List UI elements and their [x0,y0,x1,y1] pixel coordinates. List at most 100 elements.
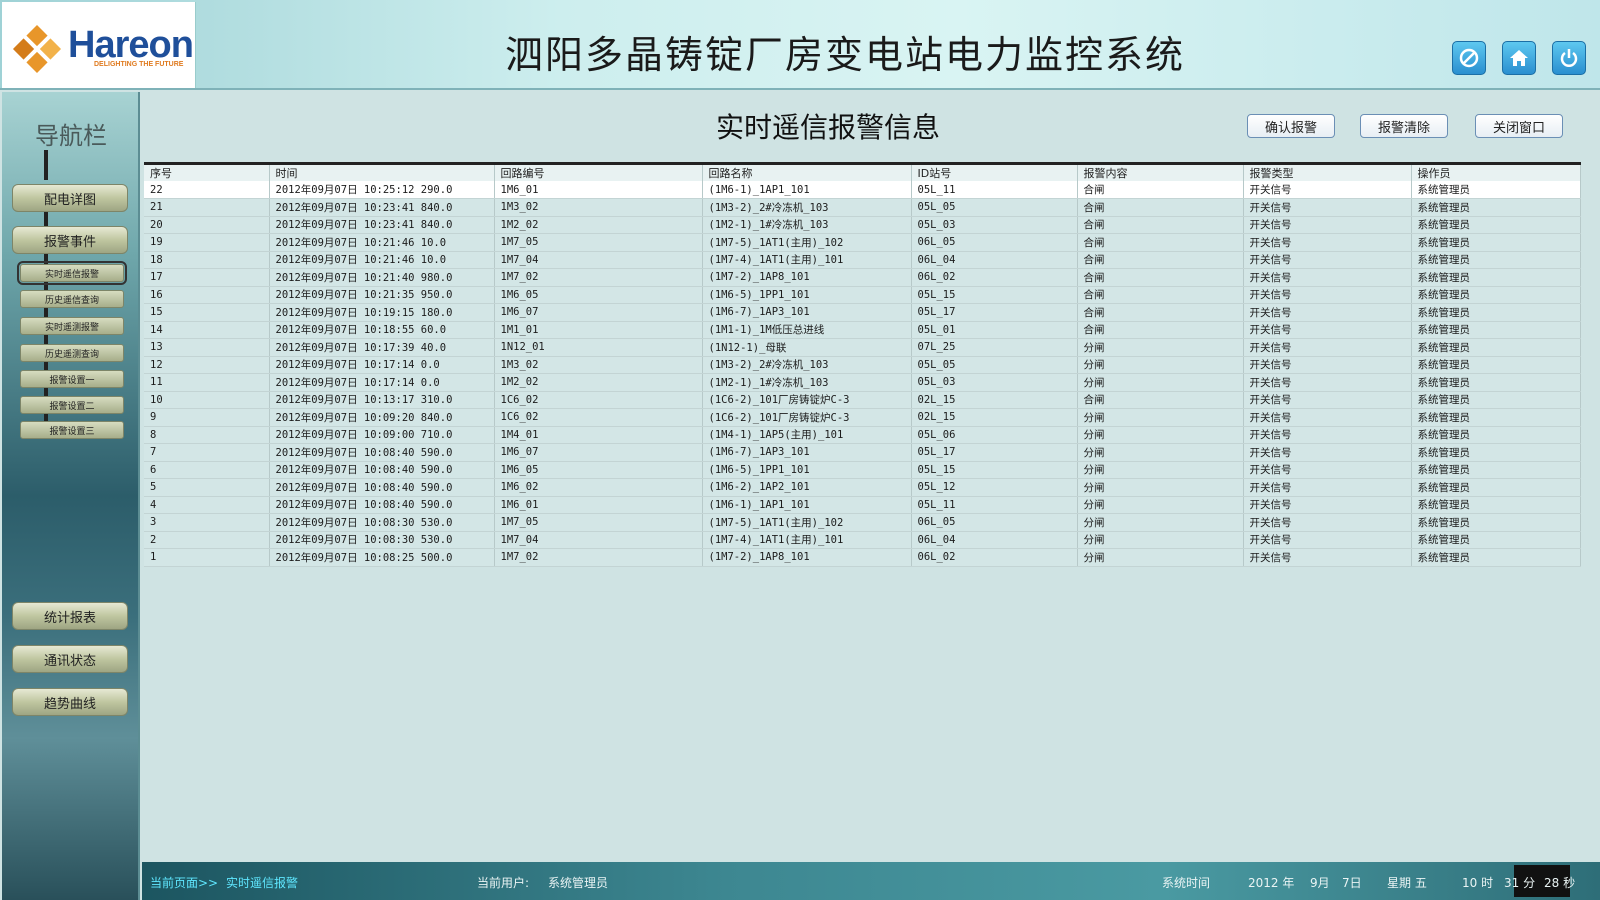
cell-index: 11 [144,373,270,392]
logo-tagline: DELIGHTING THE FUTURE [94,61,184,68]
nav-item-trend-curve[interactable]: 趋势曲线 [12,688,128,716]
table-row[interactable]: 5 2012年09月07日 10:08:40 590.0 1M6_02 (1M6-2)… [144,478,1581,497]
home-button[interactable] [1502,41,1536,75]
clear-alarm-button[interactable]: 报警清除 [1360,114,1448,138]
cell-time: 2012年09月07日 10:08:30 530.0 [269,531,495,549]
cell-circuit-code: 1M1_01 [494,321,703,339]
nav-item-alarm-events[interactable]: 报警事件 [12,226,128,254]
cell-circuit-name: (1M6-1)_1AP1_101 [702,496,912,514]
nav-item-distribution-detail[interactable]: 配电详图 [12,184,128,212]
table-row[interactable]: 20 2012年09月07日 10:23:41 840.0 1M2_02 (1M2-1… [144,216,1581,234]
cell-alarm-content: 合闸 [1077,321,1244,339]
cell-operator: 系统管理员 [1411,548,1581,567]
time-day: 7日 [1342,876,1362,890]
table-row[interactable]: 4 2012年09月07日 10:08:40 590.0 1M6_01 (1M6-1)… [144,496,1581,514]
table-row[interactable]: 2 2012年09月07日 10:08:30 530.0 1M7_04 (1M7-4)… [144,531,1581,549]
column-header-time[interactable]: 时间 [269,162,495,181]
cell-operator: 系统管理员 [1411,478,1581,497]
cell-circuit-code: 1C6_02 [494,408,703,427]
forbidden-button[interactable] [1452,41,1486,75]
time-hour: 10 时 [1462,876,1494,890]
cell-circuit-code: 1M6_01 [494,181,703,199]
cell-operator: 系统管理员 [1411,303,1581,322]
main-panel: 实时遥信报警信息 确认报警 报警清除 关闭窗口 序号 时间 回路编号 回路名称 … [142,92,1600,862]
nav-sub-realtime-signal-alarm[interactable]: 实时遥信报警 [17,261,127,285]
cell-alarm-type: 开关信号 [1243,216,1412,234]
table-row[interactable]: 8 2012年09月07日 10:09:00 710.0 1M4_01 (1M4-1)… [144,426,1581,444]
close-window-button[interactable]: 关闭窗口 [1475,114,1563,138]
cell-alarm-type: 开关信号 [1243,268,1412,287]
table-row[interactable]: 16 2012年09月07日 10:21:35 950.0 1M6_05 (1M6-5… [144,286,1581,304]
cell-station-id: 05L_15 [911,461,1078,479]
table-row[interactable]: 15 2012年09月07日 10:19:15 180.0 1M6_07 (1M6-7… [144,303,1581,322]
cell-index: 17 [144,268,270,287]
nav-sub-alarm-setting-2[interactable]: 报警设置二 [20,396,124,414]
column-header-index[interactable]: 序号 [144,162,270,181]
nav-sub-alarm-setting-1[interactable]: 报警设置一 [20,370,124,388]
power-button[interactable] [1552,41,1586,75]
cell-time: 2012年09月07日 10:08:40 590.0 [269,443,495,462]
cell-circuit-name: (1M7-4)_1AT1(主用)_101 [702,251,912,269]
cell-operator: 系统管理员 [1411,268,1581,287]
cell-index: 21 [144,198,270,217]
nav-sub-alarm-setting-3[interactable]: 报警设置三 [20,421,124,439]
nav-item-comm-status[interactable]: 通讯状态 [12,645,128,673]
table-row[interactable]: 3 2012年09月07日 10:08:30 530.0 1M7_05 (1M7-5)… [144,513,1581,532]
table-row[interactable]: 12 2012年09月07日 10:17:14 0.0 1M3_02 (1M3-2)_… [144,356,1581,374]
cell-alarm-content: 分闸 [1077,531,1244,549]
table-row[interactable]: 10 2012年09月07日 10:13:17 310.0 1C6_02 (1C6-2… [144,391,1581,409]
cell-alarm-type: 开关信号 [1243,356,1412,374]
alarm-table: 序号 时间 回路编号 回路名称 ID站号 报警内容 报警类型 操作员 22 201… [144,162,1581,567]
current-page-label: 当前页面>> [150,876,219,890]
cell-circuit-name: (1M4-1)_1AP5(主用)_101 [702,426,912,444]
cell-alarm-content: 分闸 [1077,496,1244,514]
cell-station-id: 05L_05 [911,198,1078,217]
table-row[interactable]: 7 2012年09月07日 10:08:40 590.0 1M6_07 (1M6-7)… [144,443,1581,462]
column-header-circuit-code[interactable]: 回路编号 [494,162,703,181]
cell-alarm-type: 开关信号 [1243,373,1412,392]
table-row[interactable]: 13 2012年09月07日 10:17:39 40.0 1N12_01 (1N12-… [144,338,1581,357]
cell-circuit-code: 1M4_01 [494,426,703,444]
cell-circuit-name: (1M2-1)_1#冷冻机_103 [702,216,912,234]
company-logo: Hareon DELIGHTING THE FUTURE [2,2,196,88]
column-header-circuit-name[interactable]: 回路名称 [702,162,912,181]
cell-index: 20 [144,216,270,234]
cell-operator: 系统管理员 [1411,181,1581,199]
cell-operator: 系统管理员 [1411,426,1581,444]
table-row[interactable]: 18 2012年09月07日 10:21:46 10.0 1M7_04 (1M7-4)… [144,251,1581,269]
cell-operator: 系统管理员 [1411,443,1581,462]
table-row[interactable]: 14 2012年09月07日 10:18:55 60.0 1M1_01 (1M1-1)… [144,321,1581,339]
table-row[interactable]: 6 2012年09月07日 10:08:40 590.0 1M6_05 (1M6-5)… [144,461,1581,479]
table-row[interactable]: 11 2012年09月07日 10:17:14 0.0 1M2_02 (1M2-1)_… [144,373,1581,392]
current-user-value: 系统管理员 [548,876,609,890]
column-header-alarm-type[interactable]: 报警类型 [1243,162,1412,181]
time-year: 2012 年 [1248,876,1295,890]
column-header-operator[interactable]: 操作员 [1411,162,1581,181]
table-row[interactable]: 21 2012年09月07日 10:23:41 840.0 1M3_02 (1M3-2… [144,198,1581,217]
table-row[interactable]: 19 2012年09月07日 10:21:46 10.0 1M7_05 (1M7-5)… [144,233,1581,252]
column-header-station-id[interactable]: ID站号 [911,162,1078,181]
cell-alarm-content: 合闸 [1077,251,1244,269]
nav-sub-history-signal-query[interactable]: 历史遥信查询 [20,290,124,308]
cell-station-id: 06L_02 [911,548,1078,567]
cell-circuit-name: (1M6-7)_1AP3_101 [702,443,912,462]
cell-time: 2012年09月07日 10:18:55 60.0 [269,321,495,339]
confirm-alarm-button[interactable]: 确认报警 [1247,114,1335,138]
nav-sub-realtime-measure-alarm[interactable]: 实时遥测报警 [20,317,124,335]
cell-index: 8 [144,426,270,444]
cell-circuit-code: 1M2_02 [494,216,703,234]
cell-circuit-name: (1M1-1)_1M低压总进线 [702,321,912,339]
column-header-alarm-content[interactable]: 报警内容 [1077,162,1244,181]
forbidden-icon [1459,48,1479,68]
table-row[interactable]: 17 2012年09月07日 10:21:40 980.0 1M7_02 (1M7-2… [144,268,1581,287]
nav-divider [44,150,48,180]
cell-alarm-type: 开关信号 [1243,408,1412,427]
cell-alarm-type: 开关信号 [1243,251,1412,269]
nav-item-statistics-report[interactable]: 统计报表 [12,602,128,630]
table-row[interactable]: 1 2012年09月07日 10:08:25 500.0 1M7_02 (1M7-2)… [144,548,1581,567]
nav-sub-history-measure-query[interactable]: 历史遥测查询 [20,344,124,362]
table-row[interactable]: 9 2012年09月07日 10:09:20 840.0 1C6_02 (1C6-2)… [144,408,1581,427]
table-row[interactable]: 22 2012年09月07日 10:25:12 290.0 1M6_01 (1M6-1… [144,181,1581,199]
cell-alarm-type: 开关信号 [1243,496,1412,514]
cell-alarm-type: 开关信号 [1243,478,1412,497]
